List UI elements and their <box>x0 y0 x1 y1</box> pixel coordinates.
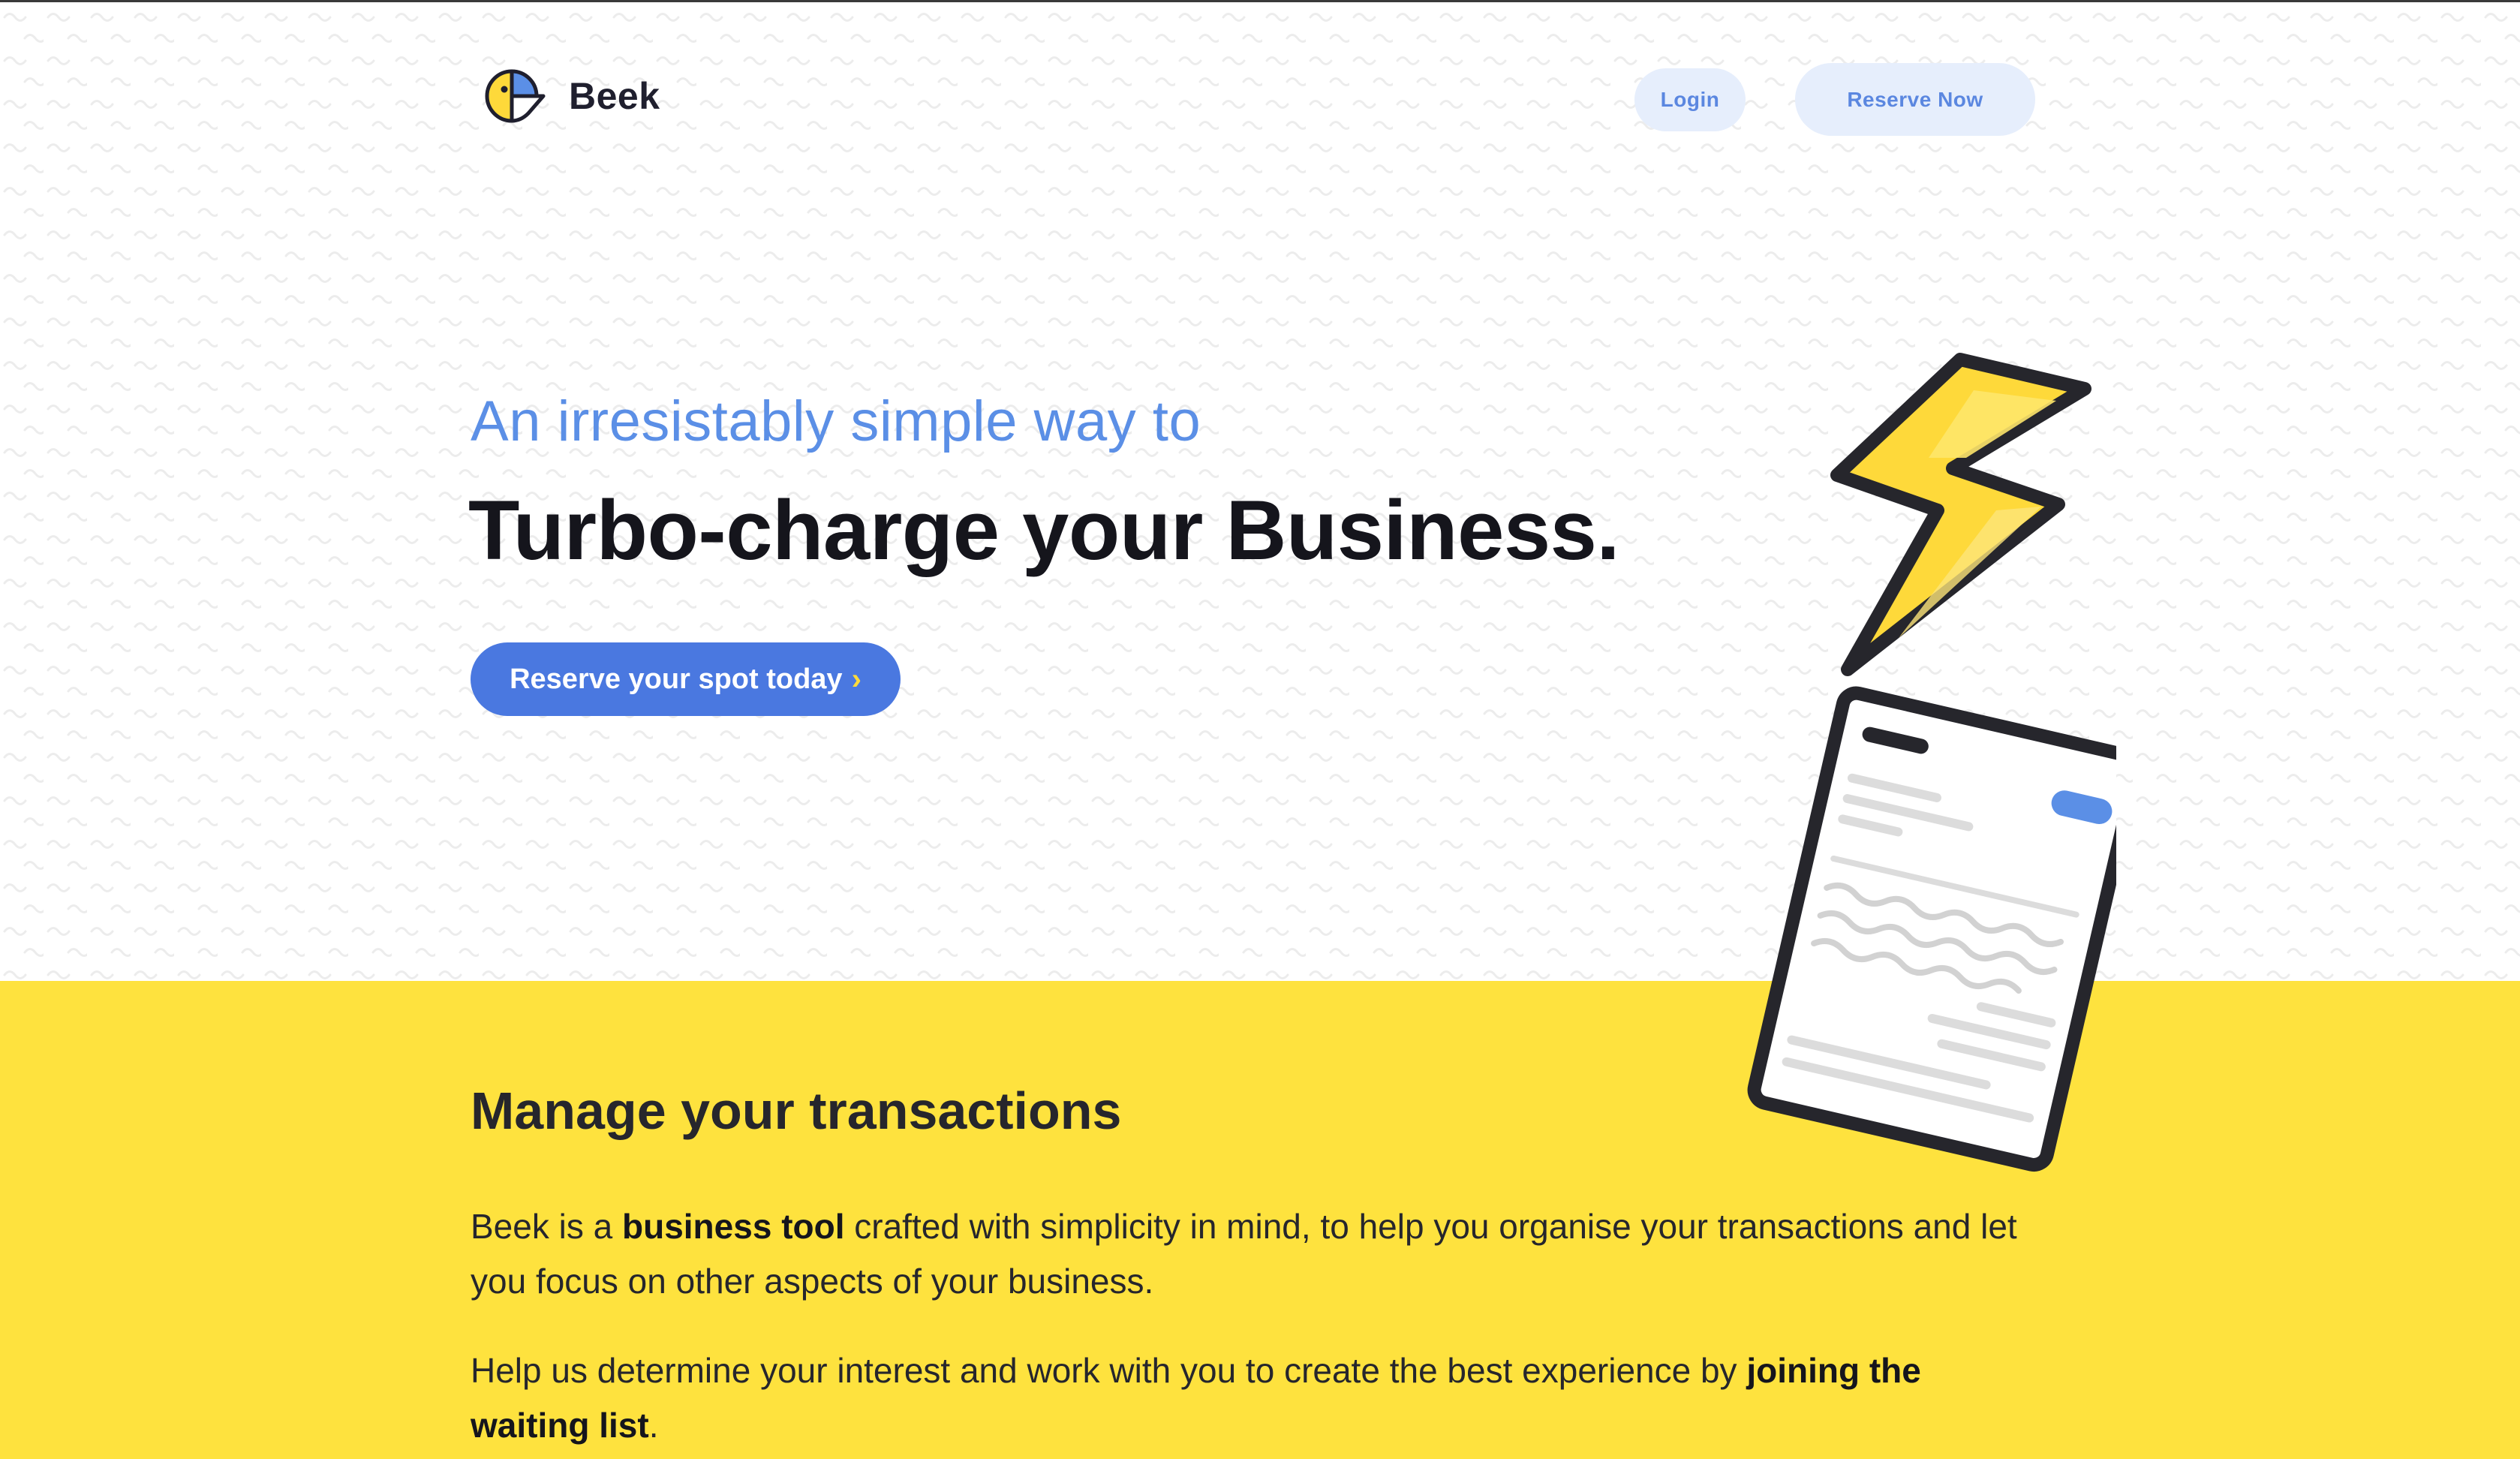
hero-headline: Turbo-charge your Business. <box>468 483 1620 577</box>
beek-logo-icon <box>483 68 546 124</box>
p1-emphasis: business tool <box>622 1207 845 1246</box>
p1-text-a: Beek is a <box>471 1207 622 1246</box>
p2-text-a: Help us determine your interest and work… <box>471 1351 1747 1390</box>
hero-tagline: An irresistably simple way to <box>471 390 1201 453</box>
logo[interactable]: Beek <box>483 68 660 124</box>
section-title: Manage your transactions <box>471 1081 1122 1140</box>
description-paragraph: Beek is a business tool crafted with sim… <box>471 1199 2046 1309</box>
reserve-now-button[interactable]: Reserve Now <box>1795 63 2035 136</box>
lightning-document-illustration <box>1576 338 2143 1193</box>
logo-text: Beek <box>569 75 660 117</box>
chevron-right-icon: › <box>851 662 862 696</box>
p2-text-c: . <box>648 1406 659 1445</box>
lightning-bolt-icon <box>1830 353 2091 676</box>
login-button[interactable]: Login <box>1634 68 1746 131</box>
cta-label: Reserve your spot today <box>510 663 843 695</box>
reserve-spot-button[interactable]: Reserve your spot today › <box>471 642 901 716</box>
document-icon <box>1747 686 2143 1172</box>
waiting-list-paragraph: Help us determine your interest and work… <box>471 1343 2046 1453</box>
